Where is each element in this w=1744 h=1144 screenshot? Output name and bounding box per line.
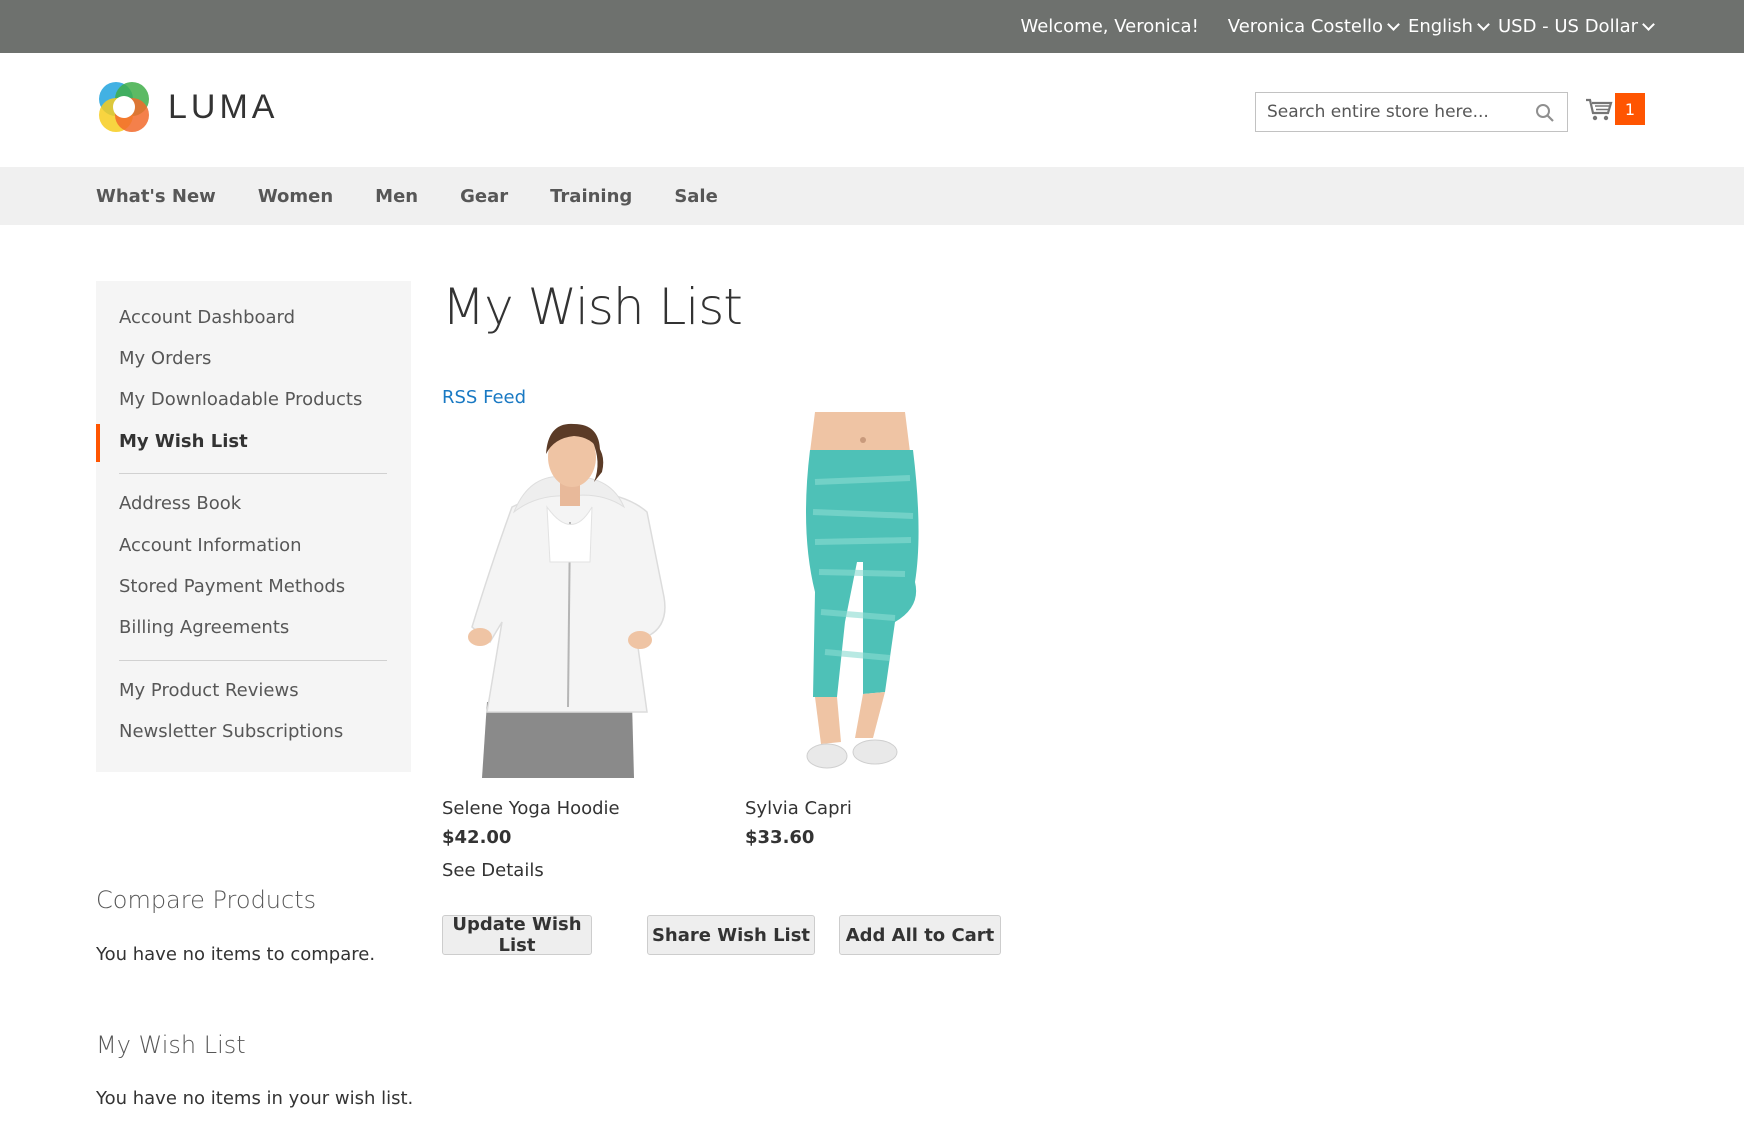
nav-item-sale[interactable]: Sale xyxy=(674,186,718,207)
account-nav-billing-agreements[interactable]: Billing Agreements xyxy=(119,617,289,638)
top-panel-bar: Welcome, Veronica! Veronica Costello Eng… xyxy=(0,0,1744,53)
chevron-down-icon xyxy=(1387,17,1400,31)
language-switcher[interactable]: English xyxy=(1407,16,1490,37)
product-price: $42.00 xyxy=(442,827,512,848)
minicart[interactable]: 1 xyxy=(1585,93,1645,125)
product-price: $33.60 xyxy=(745,827,815,848)
customer-name: Veronica Costello xyxy=(1227,16,1383,37)
nav-item-gear[interactable]: Gear xyxy=(460,186,508,207)
product-image-hoodie[interactable] xyxy=(442,412,732,778)
rss-feed-link[interactable]: RSS Feed xyxy=(442,387,526,408)
customer-menu[interactable]: Veronica Costello xyxy=(1227,16,1400,37)
account-nav-orders[interactable]: My Orders xyxy=(119,348,211,369)
see-details-link[interactable]: See Details xyxy=(442,860,732,881)
account-nav-address-book[interactable]: Address Book xyxy=(119,493,241,514)
currency-switcher[interactable]: USD - US Dollar xyxy=(1497,16,1655,37)
wishlist-item: Selene Yoga Hoodie $42.00 See Details xyxy=(442,412,732,881)
panel-links: Welcome, Veronica! Veronica Costello Eng… xyxy=(1020,0,1655,53)
cart-count-badge: 1 xyxy=(1615,93,1645,125)
account-nav-wish-list: My Wish List xyxy=(119,431,248,452)
nav-item-training[interactable]: Training xyxy=(550,186,632,207)
nav-divider xyxy=(119,660,387,661)
hoodie-photo-icon xyxy=(442,412,732,778)
shopping-cart-icon xyxy=(1586,98,1613,121)
product-name[interactable]: Sylvia Capri xyxy=(745,798,1035,819)
account-nav-newsletter-subscriptions[interactable]: Newsletter Subscriptions xyxy=(119,721,343,742)
welcome-message: Welcome, Veronica! xyxy=(1020,16,1199,37)
current-item-indicator xyxy=(96,424,100,462)
search-box xyxy=(1255,92,1568,132)
account-nav-stored-payment-methods[interactable]: Stored Payment Methods xyxy=(119,576,345,597)
page-header: LUMA 1 xyxy=(0,53,1744,167)
chevron-down-icon xyxy=(1477,17,1490,31)
account-nav-product-reviews[interactable]: My Product Reviews xyxy=(119,680,299,701)
search-icon[interactable] xyxy=(1535,103,1555,123)
search-input[interactable] xyxy=(1256,93,1526,131)
account-nav-downloadable-products[interactable]: My Downloadable Products xyxy=(119,389,362,410)
nav-item-women[interactable]: Women xyxy=(258,186,333,207)
nav-item-men[interactable]: Men xyxy=(375,186,418,207)
currency-label: USD - US Dollar xyxy=(1497,16,1638,37)
main-navigation: What's New Women Men Gear Training Sale xyxy=(0,167,1744,225)
add-all-to-cart-button[interactable]: Add All to Cart xyxy=(839,915,1001,955)
account-nav-account-information[interactable]: Account Information xyxy=(119,535,302,556)
nav-divider xyxy=(119,473,387,474)
chevron-down-icon xyxy=(1642,17,1655,31)
sidebar-wishlist-empty: You have no items in your wish list. xyxy=(96,1088,414,1109)
store-logo[interactable]: LUMA xyxy=(96,79,278,135)
wishlist-item: Sylvia Capri $33.60 xyxy=(745,412,1035,848)
compare-products-title: Compare Products xyxy=(96,886,317,914)
sidebar-wishlist-title: My Wish List xyxy=(96,1031,246,1059)
capri-photo-icon xyxy=(745,412,1035,778)
product-name[interactable]: Selene Yoga Hoodie xyxy=(442,798,732,819)
logo-text: LUMA xyxy=(168,87,279,126)
luma-logo-icon xyxy=(99,82,149,132)
update-wish-list-button[interactable]: Update Wish List xyxy=(442,914,592,956)
compare-products-empty: You have no items to compare. xyxy=(96,944,376,965)
language-label: English xyxy=(1407,16,1473,37)
account-navigation: Account Dashboard My Orders My Downloada… xyxy=(96,281,411,772)
nav-item-whats-new[interactable]: What's New xyxy=(96,186,216,207)
page-title: My Wish List xyxy=(442,278,743,336)
account-nav-dashboard[interactable]: Account Dashboard xyxy=(119,307,295,328)
product-image-capri[interactable] xyxy=(745,412,1035,778)
share-wish-list-button[interactable]: Share Wish List xyxy=(647,915,815,955)
